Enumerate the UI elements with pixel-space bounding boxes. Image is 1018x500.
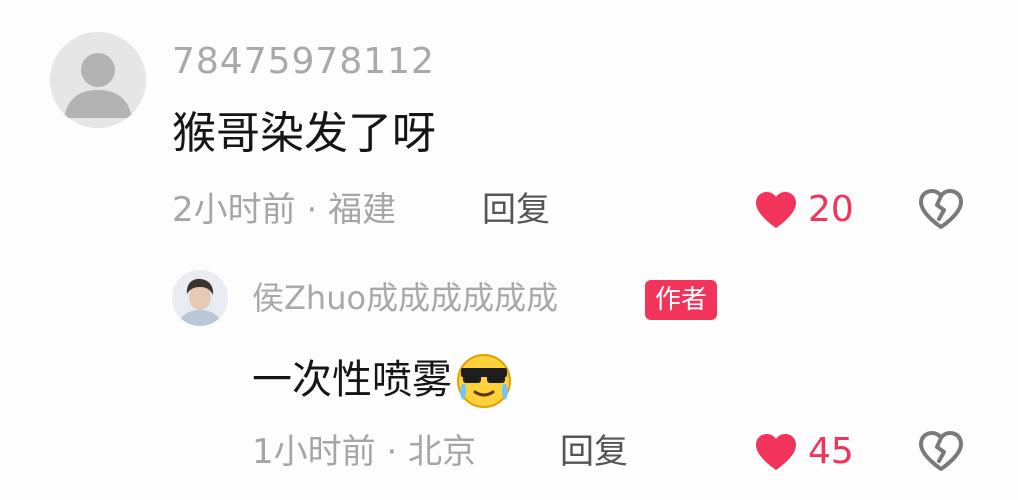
heart-icon bbox=[754, 190, 798, 230]
comment-meta: 2小时前 · 福建 bbox=[172, 186, 396, 234]
like-button[interactable]: 20 bbox=[754, 186, 854, 234]
author-badge: 作者 bbox=[645, 280, 718, 320]
heart-icon bbox=[754, 432, 798, 472]
dislike-button[interactable] bbox=[918, 188, 964, 230]
comment-location: 福建 bbox=[328, 190, 397, 230]
reply-reply-button[interactable]: 回复 bbox=[560, 428, 628, 476]
comment-text: 猴哥染发了呀 bbox=[172, 108, 436, 159]
reply-username[interactable]: 侯Zhuo成成成成成成 bbox=[252, 276, 558, 320]
comment-username[interactable]: 78475978112 bbox=[172, 38, 435, 86]
broken-heart-icon bbox=[918, 188, 964, 230]
reply-like-button[interactable]: 45 bbox=[754, 428, 854, 476]
broken-heart-icon bbox=[918, 430, 964, 472]
reply-location: 北京 bbox=[408, 432, 477, 472]
reply-dislike-button[interactable] bbox=[918, 430, 964, 472]
reply-meta: 1小时前 · 北京 bbox=[252, 428, 476, 476]
reply-like-count: 45 bbox=[808, 431, 854, 472]
default-user-avatar-icon bbox=[50, 32, 146, 128]
comment-thread: 78475978112 猴哥染发了呀 2小时前 · 福建 回复 20 侯Zhuo… bbox=[0, 0, 1018, 500]
cool-sunglasses-tears-emoji-icon bbox=[454, 350, 514, 410]
reply-button[interactable]: 回复 bbox=[482, 186, 550, 234]
like-count: 20 bbox=[808, 189, 854, 230]
user-photo-avatar-icon bbox=[172, 270, 228, 326]
reply-text: 一次性喷雾 bbox=[252, 357, 452, 403]
meta-separator: · bbox=[375, 432, 409, 472]
avatar[interactable] bbox=[50, 32, 146, 128]
reply-avatar[interactable] bbox=[172, 270, 228, 326]
comment-time: 2小时前 bbox=[172, 190, 296, 230]
meta-separator: · bbox=[295, 190, 329, 230]
reply-time: 1小时前 bbox=[252, 432, 376, 472]
reply-text-row: 一次性喷雾 bbox=[252, 350, 514, 410]
